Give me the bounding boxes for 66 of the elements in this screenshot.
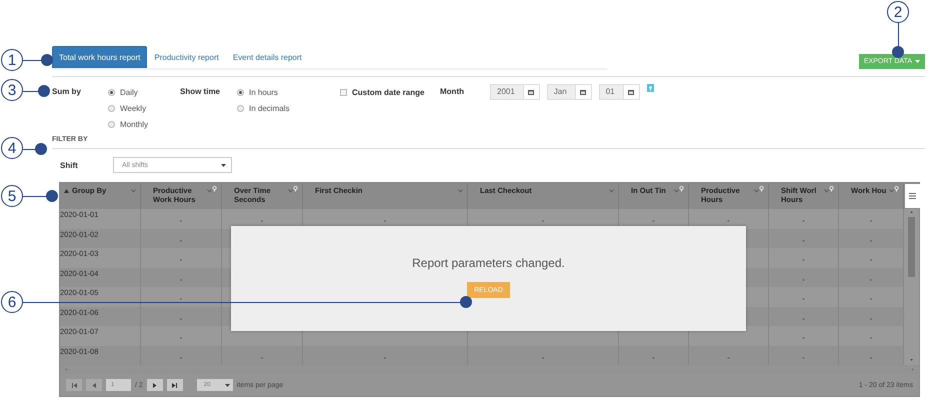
- calendar-button[interactable]: [522, 85, 539, 99]
- date-picker[interactable]: 01: [598, 84, 640, 100]
- first-page-icon: [72, 382, 76, 388]
- radio-button[interactable]: [108, 104, 115, 112]
- chevron-icon: [131, 189, 136, 193]
- calendar-button[interactable]: [574, 85, 591, 99]
- custom-date-range-checkbox[interactable]: Custom date range: [340, 86, 440, 98]
- chevron-icon: [609, 189, 614, 193]
- radio-option[interactable]: In decimals: [237, 102, 340, 114]
- chevron-icon: [288, 189, 293, 193]
- callout-dot: [46, 190, 58, 202]
- callout-dot: [41, 54, 53, 66]
- chevron-icon: [754, 189, 759, 193]
- last-page-button[interactable]: [166, 379, 183, 391]
- chevron-icon: [458, 189, 463, 193]
- checkbox[interactable]: [340, 88, 347, 96]
- radio-button[interactable]: [108, 88, 115, 96]
- date-picker[interactable]: Jan: [546, 84, 592, 100]
- callout-number: 5: [1, 185, 23, 207]
- chevron-icon: [674, 189, 679, 193]
- date-value: Jan: [552, 86, 568, 98]
- calendar-icon: [580, 89, 586, 95]
- callout-number: 1: [1, 49, 23, 71]
- radio-option[interactable]: In hours: [237, 86, 340, 98]
- next-page-icon: [152, 382, 157, 388]
- caret-icon: [224, 384, 230, 386]
- caret-icon: [221, 164, 226, 166]
- shift-label: Shift: [60, 160, 79, 170]
- date-picker[interactable]: 2001: [490, 84, 540, 100]
- dialog-message: Report parameters changed.: [412, 256, 565, 270]
- calendar-icon: [528, 89, 534, 95]
- callout-number: 3: [1, 79, 23, 101]
- report-tab[interactable]: Productivity report: [147, 46, 226, 68]
- calendar-button[interactable]: [622, 85, 639, 99]
- caret-icon: [915, 60, 920, 63]
- option-label: Show time: [180, 86, 222, 98]
- chevron-icon: [207, 189, 212, 193]
- vertical-scrollbar[interactable]: [904, 209, 919, 365]
- callout-dot: [892, 46, 904, 58]
- radio-option[interactable]: Weekly: [108, 102, 180, 114]
- callout-number: 2: [887, 1, 909, 23]
- option-label: Sum by: [52, 86, 82, 98]
- radio-option[interactable]: Monthly: [108, 118, 180, 130]
- option-label: Month: [440, 86, 465, 98]
- radio-button[interactable]: [108, 120, 115, 128]
- callout-dot: [38, 85, 50, 97]
- radio-option[interactable]: Daily: [108, 86, 180, 98]
- date-value: 01: [604, 86, 616, 98]
- radio-button[interactable]: [237, 104, 244, 112]
- chevron-icon: [889, 189, 894, 193]
- calendar-icon: [628, 89, 634, 95]
- report-tab[interactable]: Total work hours report: [52, 46, 148, 68]
- first-page-button[interactable]: [66, 379, 82, 391]
- callout-number: 6: [1, 291, 23, 313]
- callout-dot: [35, 143, 47, 155]
- report-tab[interactable]: Event details report: [226, 46, 309, 68]
- date-value: 2001: [496, 86, 516, 98]
- previous-page-button[interactable]: [86, 379, 102, 391]
- menu-icon[interactable]: [905, 184, 920, 208]
- previous-page-icon: [92, 382, 96, 388]
- next-page-button[interactable]: [146, 379, 163, 391]
- radio-button[interactable]: [237, 88, 244, 96]
- chevron-icon: [824, 189, 829, 193]
- last-page-icon: [172, 382, 178, 388]
- info-icon[interactable]: [646, 84, 654, 92]
- callout-number: 4: [1, 137, 23, 159]
